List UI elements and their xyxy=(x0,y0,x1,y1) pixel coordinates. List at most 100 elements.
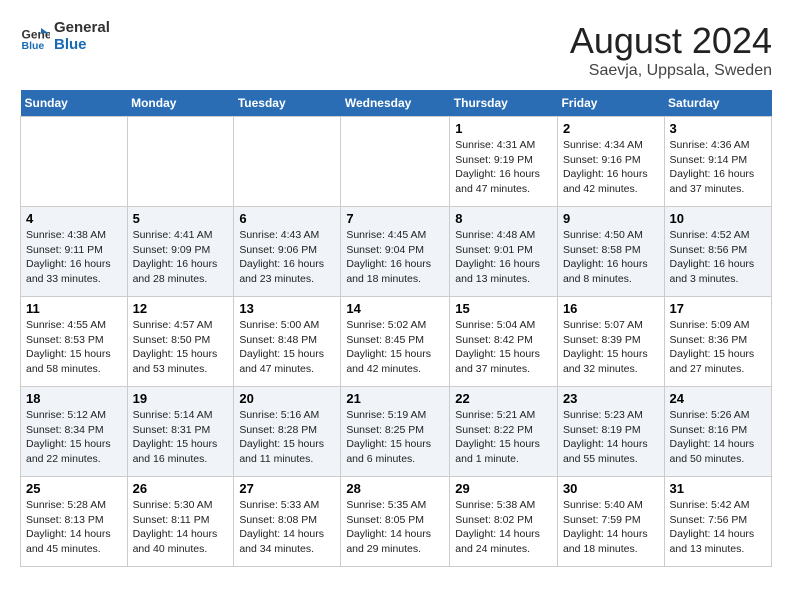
day-number: 23 xyxy=(563,391,659,406)
calendar-cell: 14 Sunrise: 5:02 AM Sunset: 8:45 PM Dayli… xyxy=(341,297,450,387)
calendar-cell: 19 Sunrise: 5:14 AM Sunset: 8:31 PM Dayli… xyxy=(127,387,234,477)
day-info: Sunrise: 4:57 AM Sunset: 8:50 PM Dayligh… xyxy=(133,318,229,377)
calendar-cell: 22 Sunrise: 5:21 AM Sunset: 8:22 PM Dayli… xyxy=(450,387,558,477)
day-info: Sunrise: 4:43 AM Sunset: 9:06 PM Dayligh… xyxy=(239,228,335,287)
day-info: Sunrise: 5:33 AM Sunset: 8:08 PM Dayligh… xyxy=(239,498,335,557)
calendar-cell: 17 Sunrise: 5:09 AM Sunset: 8:36 PM Dayli… xyxy=(664,297,771,387)
day-number: 19 xyxy=(133,391,229,406)
day-info: Sunrise: 5:23 AM Sunset: 8:19 PM Dayligh… xyxy=(563,408,659,467)
logo-icon: General Blue xyxy=(20,22,50,52)
calendar-cell: 26Sunrise: 5:30 AM Sunset: 8:11 PM Dayli… xyxy=(127,477,234,567)
day-header-saturday: Saturday xyxy=(664,90,771,117)
calendar-cell: 24 Sunrise: 5:26 AM Sunset: 8:16 PM Dayli… xyxy=(664,387,771,477)
calendar-cell xyxy=(234,117,341,207)
day-info: Sunrise: 5:09 AM Sunset: 8:36 PM Dayligh… xyxy=(670,318,766,377)
day-number: 13 xyxy=(239,301,335,316)
day-info: Sunrise: 5:02 AM Sunset: 8:45 PM Dayligh… xyxy=(346,318,444,377)
day-info: Sunrise: 5:07 AM Sunset: 8:39 PM Dayligh… xyxy=(563,318,659,377)
calendar-cell: 27 Sunrise: 5:33 AM Sunset: 8:08 PM Dayli… xyxy=(234,477,341,567)
calendar-cell: 3 Sunrise: 4:36 AM Sunset: 9:14 PM Daylig… xyxy=(664,117,771,207)
calendar-header-row: SundayMondayTuesdayWednesdayThursdayFrid… xyxy=(21,90,772,117)
day-number: 15 xyxy=(455,301,552,316)
day-number: 14 xyxy=(346,301,444,316)
day-number: 2 xyxy=(563,121,659,136)
calendar-week-row: 25 Sunrise: 5:28 AM Sunset: 8:13 PM Dayli… xyxy=(21,477,772,567)
day-header-thursday: Thursday xyxy=(450,90,558,117)
day-number: 21 xyxy=(346,391,444,406)
calendar-cell xyxy=(21,117,128,207)
day-info: Sunrise: 4:50 AM Sunset: 8:58 PM Dayligh… xyxy=(563,228,659,287)
logo: General Blue General Blue xyxy=(20,20,110,53)
subtitle: Saevja, Uppsala, Sweden xyxy=(570,62,772,80)
calendar-cell: 12 Sunrise: 4:57 AM Sunset: 8:50 PM Dayli… xyxy=(127,297,234,387)
calendar-cell: 5 Sunrise: 4:41 AM Sunset: 9:09 PM Daylig… xyxy=(127,207,234,297)
day-number: 9 xyxy=(563,211,659,226)
day-info: Sunrise: 5:38 AM Sunset: 8:02 PM Dayligh… xyxy=(455,498,552,557)
calendar-cell: 10Sunrise: 4:52 AM Sunset: 8:56 PM Dayli… xyxy=(664,207,771,297)
day-info: Sunrise: 5:14 AM Sunset: 8:31 PM Dayligh… xyxy=(133,408,229,467)
day-info: Sunrise: 4:36 AM Sunset: 9:14 PM Dayligh… xyxy=(670,138,766,197)
calendar-cell: 13 Sunrise: 5:00 AM Sunset: 8:48 PM Dayli… xyxy=(234,297,341,387)
day-number: 4 xyxy=(26,211,122,226)
day-number: 7 xyxy=(346,211,444,226)
day-number: 3 xyxy=(670,121,766,136)
day-info: Sunrise: 5:21 AM Sunset: 8:22 PM Dayligh… xyxy=(455,408,552,467)
calendar-cell xyxy=(127,117,234,207)
day-info: Sunrise: 4:34 AM Sunset: 9:16 PM Dayligh… xyxy=(563,138,659,197)
calendar-cell: 18Sunrise: 5:12 AM Sunset: 8:34 PM Dayli… xyxy=(21,387,128,477)
main-title: August 2024 xyxy=(570,20,772,62)
svg-text:Blue: Blue xyxy=(22,40,45,52)
calendar-cell: 7Sunrise: 4:45 AM Sunset: 9:04 PM Daylig… xyxy=(341,207,450,297)
title-area: August 2024 Saevja, Uppsala, Sweden xyxy=(570,20,772,80)
calendar-cell: 1 Sunrise: 4:31 AM Sunset: 9:19 PM Daylig… xyxy=(450,117,558,207)
calendar-week-row: 1 Sunrise: 4:31 AM Sunset: 9:19 PM Daylig… xyxy=(21,117,772,207)
calendar-cell xyxy=(341,117,450,207)
calendar-cell: 9 Sunrise: 4:50 AM Sunset: 8:58 PM Daylig… xyxy=(557,207,664,297)
day-number: 24 xyxy=(670,391,766,406)
calendar-cell: 15 Sunrise: 5:04 AM Sunset: 8:42 PM Dayli… xyxy=(450,297,558,387)
day-number: 30 xyxy=(563,481,659,496)
calendar-cell: 31 Sunrise: 5:42 AM Sunset: 7:56 PM Dayli… xyxy=(664,477,771,567)
day-header-tuesday: Tuesday xyxy=(234,90,341,117)
day-info: Sunrise: 5:28 AM Sunset: 8:13 PM Dayligh… xyxy=(26,498,122,557)
header: General Blue General Blue August 2024 Sa… xyxy=(20,20,772,80)
day-info: Sunrise: 5:26 AM Sunset: 8:16 PM Dayligh… xyxy=(670,408,766,467)
day-info: Sunrise: 5:04 AM Sunset: 8:42 PM Dayligh… xyxy=(455,318,552,377)
day-info: Sunrise: 5:40 AM Sunset: 7:59 PM Dayligh… xyxy=(563,498,659,557)
day-info: Sunrise: 5:00 AM Sunset: 8:48 PM Dayligh… xyxy=(239,318,335,377)
day-number: 17 xyxy=(670,301,766,316)
calendar-cell: 6 Sunrise: 4:43 AM Sunset: 9:06 PM Daylig… xyxy=(234,207,341,297)
day-info: Sunrise: 4:41 AM Sunset: 9:09 PM Dayligh… xyxy=(133,228,229,287)
day-number: 1 xyxy=(455,121,552,136)
day-number: 12 xyxy=(133,301,229,316)
day-number: 27 xyxy=(239,481,335,496)
day-number: 8 xyxy=(455,211,552,226)
calendar-week-row: 18Sunrise: 5:12 AM Sunset: 8:34 PM Dayli… xyxy=(21,387,772,477)
calendar-cell: 16 Sunrise: 5:07 AM Sunset: 8:39 PM Dayli… xyxy=(557,297,664,387)
day-number: 26 xyxy=(133,481,229,496)
day-number: 31 xyxy=(670,481,766,496)
day-info: Sunrise: 5:35 AM Sunset: 8:05 PM Dayligh… xyxy=(346,498,444,557)
day-info: Sunrise: 4:55 AM Sunset: 8:53 PM Dayligh… xyxy=(26,318,122,377)
day-info: Sunrise: 4:31 AM Sunset: 9:19 PM Dayligh… xyxy=(455,138,552,197)
day-number: 6 xyxy=(239,211,335,226)
calendar-cell: 8 Sunrise: 4:48 AM Sunset: 9:01 PM Daylig… xyxy=(450,207,558,297)
day-info: Sunrise: 5:19 AM Sunset: 8:25 PM Dayligh… xyxy=(346,408,444,467)
calendar-cell: 30 Sunrise: 5:40 AM Sunset: 7:59 PM Dayli… xyxy=(557,477,664,567)
day-info: Sunrise: 5:42 AM Sunset: 7:56 PM Dayligh… xyxy=(670,498,766,557)
day-number: 29 xyxy=(455,481,552,496)
day-number: 10 xyxy=(670,211,766,226)
calendar-cell: 21 Sunrise: 5:19 AM Sunset: 8:25 PM Dayli… xyxy=(341,387,450,477)
day-number: 22 xyxy=(455,391,552,406)
calendar-table: SundayMondayTuesdayWednesdayThursdayFrid… xyxy=(20,90,772,567)
calendar-cell: 2 Sunrise: 4:34 AM Sunset: 9:16 PM Daylig… xyxy=(557,117,664,207)
day-number: 11 xyxy=(26,301,122,316)
day-info: Sunrise: 4:48 AM Sunset: 9:01 PM Dayligh… xyxy=(455,228,552,287)
day-number: 5 xyxy=(133,211,229,226)
day-number: 16 xyxy=(563,301,659,316)
calendar-cell: 23 Sunrise: 5:23 AM Sunset: 8:19 PM Dayli… xyxy=(557,387,664,477)
day-number: 25 xyxy=(26,481,122,496)
calendar-body: 1 Sunrise: 4:31 AM Sunset: 9:19 PM Daylig… xyxy=(21,117,772,567)
day-header-sunday: Sunday xyxy=(21,90,128,117)
day-number: 28 xyxy=(346,481,444,496)
